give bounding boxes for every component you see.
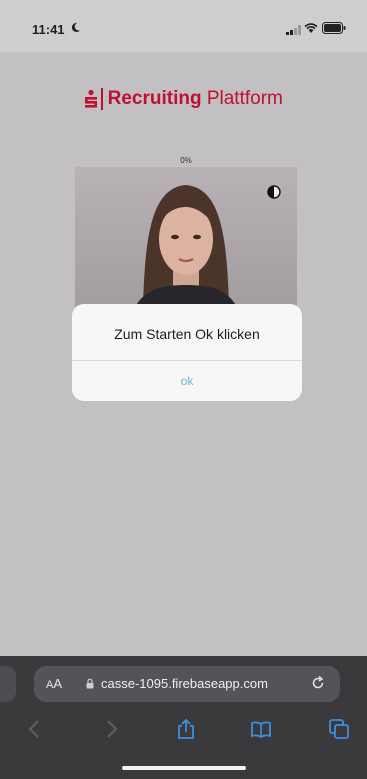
cellular-signal-icon — [286, 25, 301, 35]
browser-toolbar — [0, 708, 367, 752]
home-indicator — [122, 766, 246, 770]
back-icon[interactable] — [24, 718, 46, 740]
brand-name-regular: Plattform — [201, 88, 283, 110]
battery-icon — [322, 22, 346, 34]
share-icon[interactable] — [175, 718, 197, 740]
address-bar[interactable]: AA casse-1095.firebaseapp.com — [34, 666, 340, 702]
reload-icon[interactable] — [310, 675, 326, 691]
forward-icon[interactable] — [100, 718, 122, 740]
url-text[interactable]: casse-1095.firebaseapp.com — [101, 676, 268, 691]
brand-logo: Recruiting Plattform — [0, 88, 367, 110]
person-portrait-image — [75, 167, 297, 307]
previous-tab-preview[interactable] — [0, 666, 16, 702]
contrast-icon[interactable] — [267, 185, 281, 199]
ok-button[interactable]: ok — [72, 361, 302, 401]
progress-label: 0% — [180, 156, 192, 165]
text-size-large-label: A — [53, 676, 63, 691]
dialog-message: Zum Starten Ok klicken — [114, 326, 260, 342]
status-time: 11:41 — [32, 22, 65, 37]
brand-name-bold: Recruiting — [107, 88, 202, 110]
moon-icon — [71, 22, 81, 33]
bookmarks-icon[interactable] — [250, 718, 272, 740]
sparkasse-logo-icon — [85, 89, 98, 108]
text-size-button[interactable]: AA — [46, 676, 62, 691]
lock-icon — [86, 678, 94, 689]
status-bar: 11:41 — [0, 0, 367, 52]
wifi-icon — [304, 23, 318, 33]
tabs-icon[interactable] — [328, 718, 350, 740]
camera-preview — [75, 167, 297, 307]
start-dialog: Zum Starten Ok klicken ok — [72, 304, 302, 401]
logo-divider — [101, 88, 103, 110]
